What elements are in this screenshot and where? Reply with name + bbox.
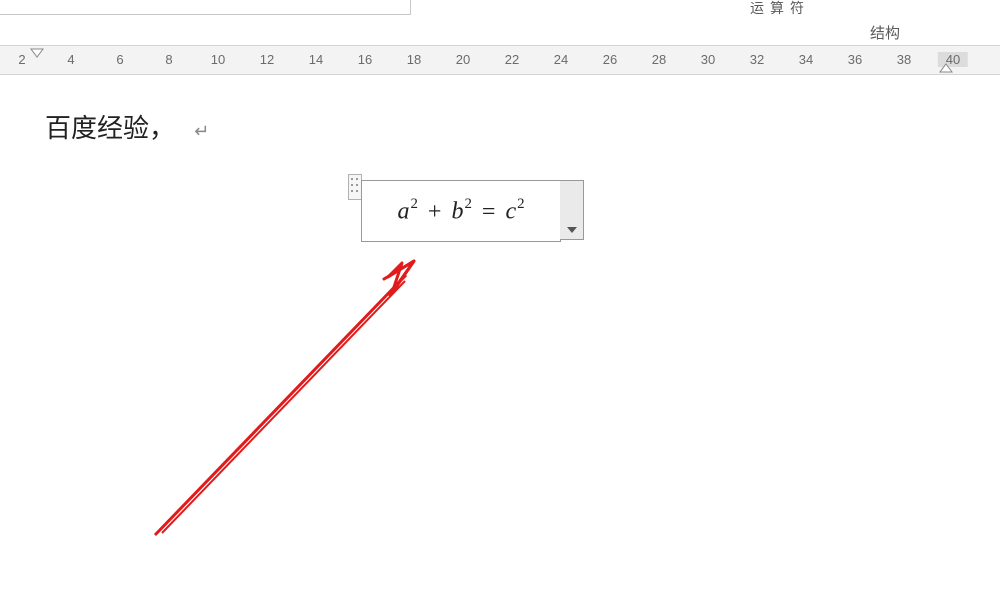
equation-object[interactable]: a2 + b2 = c2 bbox=[348, 174, 592, 250]
eq-exp-b: 2 bbox=[463, 196, 471, 212]
eq-exp-a: 2 bbox=[409, 196, 417, 212]
ribbon-group-operators-label: 运算符 bbox=[750, 0, 810, 18]
ruler-tick: 28 bbox=[652, 52, 666, 67]
right-indent-marker[interactable] bbox=[939, 63, 953, 73]
eq-plus: + bbox=[424, 199, 446, 225]
ruler-tick: 38 bbox=[897, 52, 911, 67]
ruler-tick: 8 bbox=[165, 52, 172, 67]
document-page[interactable]: 百度经验， ↵ a2 + b2 = c2 bbox=[0, 75, 1000, 598]
equation-formula: a2 + b2 = c2 bbox=[397, 196, 524, 226]
paragraph-mark-icon: ↵ bbox=[182, 121, 209, 141]
ruler-tick: 10 bbox=[211, 52, 225, 67]
ribbon-panel: 运算符 结构 bbox=[0, 0, 1000, 46]
eq-var-a: a bbox=[397, 199, 409, 225]
document-text-line[interactable]: 百度经验， ↵ bbox=[45, 108, 209, 145]
chevron-down-icon bbox=[567, 227, 577, 233]
ruler-tick: 6 bbox=[116, 52, 123, 67]
ruler-tick: 36 bbox=[848, 52, 862, 67]
annotation-arrow bbox=[0, 75, 1000, 598]
eq-var-b: b bbox=[451, 199, 463, 225]
ruler-tick: 12 bbox=[260, 52, 274, 67]
ruler-tick: 24 bbox=[554, 52, 568, 67]
horizontal-ruler[interactable]: 246810121416182022242628303234363840 bbox=[0, 46, 1000, 75]
ruler-tick: 4 bbox=[67, 52, 74, 67]
equation-options-dropdown[interactable] bbox=[560, 180, 584, 240]
equation-content-box[interactable]: a2 + b2 = c2 bbox=[361, 180, 561, 242]
ribbon-gallery-fragment bbox=[0, 0, 411, 15]
ribbon-group-structures-label: 结构 bbox=[870, 22, 900, 43]
text-run: 百度经验， bbox=[45, 113, 175, 143]
ruler-tick: 26 bbox=[603, 52, 617, 67]
eq-var-c: c bbox=[505, 199, 516, 225]
ruler-tick: 30 bbox=[701, 52, 715, 67]
ruler-tick: 16 bbox=[358, 52, 372, 67]
eq-equals: = bbox=[478, 199, 500, 225]
ruler-tick: 2 bbox=[18, 52, 25, 67]
first-line-indent-marker[interactable] bbox=[30, 48, 44, 58]
ruler-tick: 18 bbox=[407, 52, 421, 67]
ruler-tick: 34 bbox=[799, 52, 813, 67]
ruler-tick: 14 bbox=[309, 52, 323, 67]
eq-exp-c: 2 bbox=[516, 196, 524, 212]
equation-drag-handle[interactable] bbox=[348, 174, 362, 200]
ruler-tick: 32 bbox=[750, 52, 764, 67]
ruler-tick: 20 bbox=[456, 52, 470, 67]
ruler-tick: 22 bbox=[505, 52, 519, 67]
